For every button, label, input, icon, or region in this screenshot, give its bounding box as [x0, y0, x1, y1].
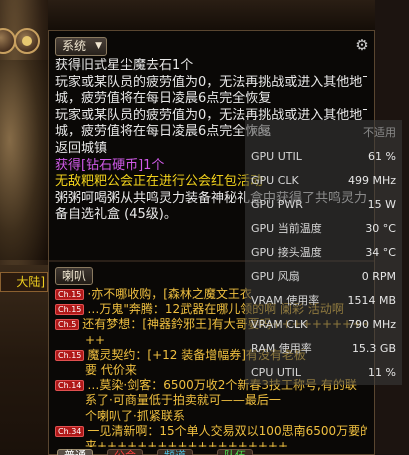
game-scene [0, 60, 48, 260]
perf-metric-label: VRAM CLK [251, 318, 308, 331]
gear-icon[interactable]: ⚙ [354, 37, 370, 53]
perf-metric-value: 1514 MB [347, 294, 396, 307]
perf-metric-row: GPU 当前温度 30 °C [251, 221, 396, 237]
perf-metric-row: VRAM CLK 790 MHz [251, 317, 396, 333]
map-round-button[interactable] [14, 28, 40, 54]
message-text: ：15个单人交易双以100思南6500万要的 [147, 423, 367, 438]
perf-metric-label: FPS [251, 126, 271, 139]
perf-metric-value: 0 RPM [361, 270, 396, 283]
message-text: ++ [85, 332, 106, 347]
perf-metric-row: GPU 风扇 0 RPM [251, 269, 396, 285]
sender-name[interactable]: 一见清新啊 [87, 424, 147, 438]
channel-tab[interactable]: 普通 [57, 449, 93, 455]
level-badge: Ch.34 [55, 425, 85, 437]
perf-metric-label: GPU 当前温度 [251, 222, 322, 235]
message-text: ·亦不哪收购，[森林之魔文王衣 [87, 287, 252, 301]
system-tab-label: 系统 [62, 39, 87, 53]
perf-metric-label: CPU UTIL [251, 366, 302, 379]
chat-message: Ch.34 一见清新啊：15个单人交易双以100思南6500万要的 [55, 424, 367, 439]
perf-metric-value: 34 °C [365, 246, 396, 259]
perf-metric-label: GPU 接头温度 [251, 246, 322, 259]
message-text: 要 代价来 [85, 363, 137, 378]
perf-metric-row: GPU 接头温度 34 °C [251, 245, 396, 261]
perf-metric-label: GPU 风扇 [251, 270, 300, 283]
perf-metric-value: 790 MHz [347, 318, 396, 331]
perf-metric-row: RAM 使用率 15.3 GB [251, 341, 396, 357]
perf-metric-value: 不适用 [363, 126, 396, 139]
chat-message: 个喇叭了·抓紧联系 [55, 409, 367, 424]
sender-name[interactable]: …万鬼 [87, 302, 123, 316]
sender-name[interactable]: 魔灵契约 [87, 348, 135, 362]
channel-tab[interactable]: 队伍 [217, 449, 253, 455]
system-message: 获得旧式星尘魔去石1个 [55, 58, 194, 73]
message-text: 个喇叭了·抓紧联系 [85, 408, 185, 423]
perf-metric-value: 61 % [368, 150, 396, 163]
perf-metric-row: GPU CLK 499 MHz [251, 173, 396, 189]
perf-metric-row: GPU UTIL 61 % [251, 149, 396, 165]
perf-metric-row: FPS 不适用 [251, 125, 396, 141]
game-background-left: 大陆] [0, 0, 48, 455]
sender-name[interactable]: 还有梦想 [82, 317, 130, 331]
sender-name[interactable]: …莫染 [87, 378, 123, 392]
game-frame [0, 265, 48, 455]
channel-tab[interactable]: 频道 [157, 449, 193, 455]
top-frame [48, 0, 375, 30]
level-badge: Ch.15 [55, 289, 85, 300]
perf-metric-row: CPU UTIL 11 % [251, 365, 396, 381]
perf-metric-label: GPU CLK [251, 174, 299, 187]
perf-metric-value: 499 MHz [347, 174, 396, 187]
level-badge: Ch.14 [55, 380, 85, 392]
perf-metric-label: GPU UTIL [251, 150, 302, 163]
perf-metric-label: VRAM 使用率 [251, 294, 320, 307]
perf-metric-value: 11 % [368, 366, 396, 379]
level-badge: Ch.15 [55, 349, 85, 361]
perf-metric-value: 15 W [367, 198, 396, 211]
channel-tabs: 普通 公会 频道 队伍 [49, 447, 374, 455]
panel-header: 系统 ▼ ⚙ [49, 31, 374, 56]
chat-tab[interactable]: 喇叭 [55, 267, 93, 285]
message-text: 系了·可商量低于拍卖就可——最后一 [85, 393, 281, 408]
system-tab-dropdown[interactable]: 系统 ▼ [55, 37, 107, 56]
performance-overlay: FPS 不适用 GPU UTIL 61 % GPU CLK 499 MHz GPU PWR 1… [245, 120, 402, 385]
system-message: 玩家或某队员的疲劳值为0，无法再挑战或进入其他地下 [55, 74, 367, 90]
message-text: 来+++++++++++++++++++ [85, 439, 289, 447]
level-badge: Ch.5 [55, 319, 80, 331]
chat-message: 系了·可商量低于拍卖就可——最后一 [55, 393, 367, 408]
system-message: 城，疲劳值将在每日凌晨6点完全恢复 [55, 91, 272, 107]
chat-message: 来+++++++++++++++++++ [55, 439, 367, 447]
perf-metric-value: 30 °C [365, 222, 396, 235]
perf-metric-label: GPU PWR [251, 198, 303, 211]
perf-metric-row: VRAM 使用率 1514 MB [251, 293, 396, 309]
perf-metric-row: GPU PWR 15 W [251, 197, 396, 213]
caret-down-icon: ▼ [95, 41, 102, 51]
perf-metric-label: RAM 使用率 [251, 342, 312, 355]
region-label: 大陆] [0, 272, 48, 292]
level-badge: Ch.15 [55, 304, 85, 316]
perf-metric-value: 15.3 GB [351, 342, 396, 355]
channel-tab[interactable]: 公会 [107, 449, 143, 455]
